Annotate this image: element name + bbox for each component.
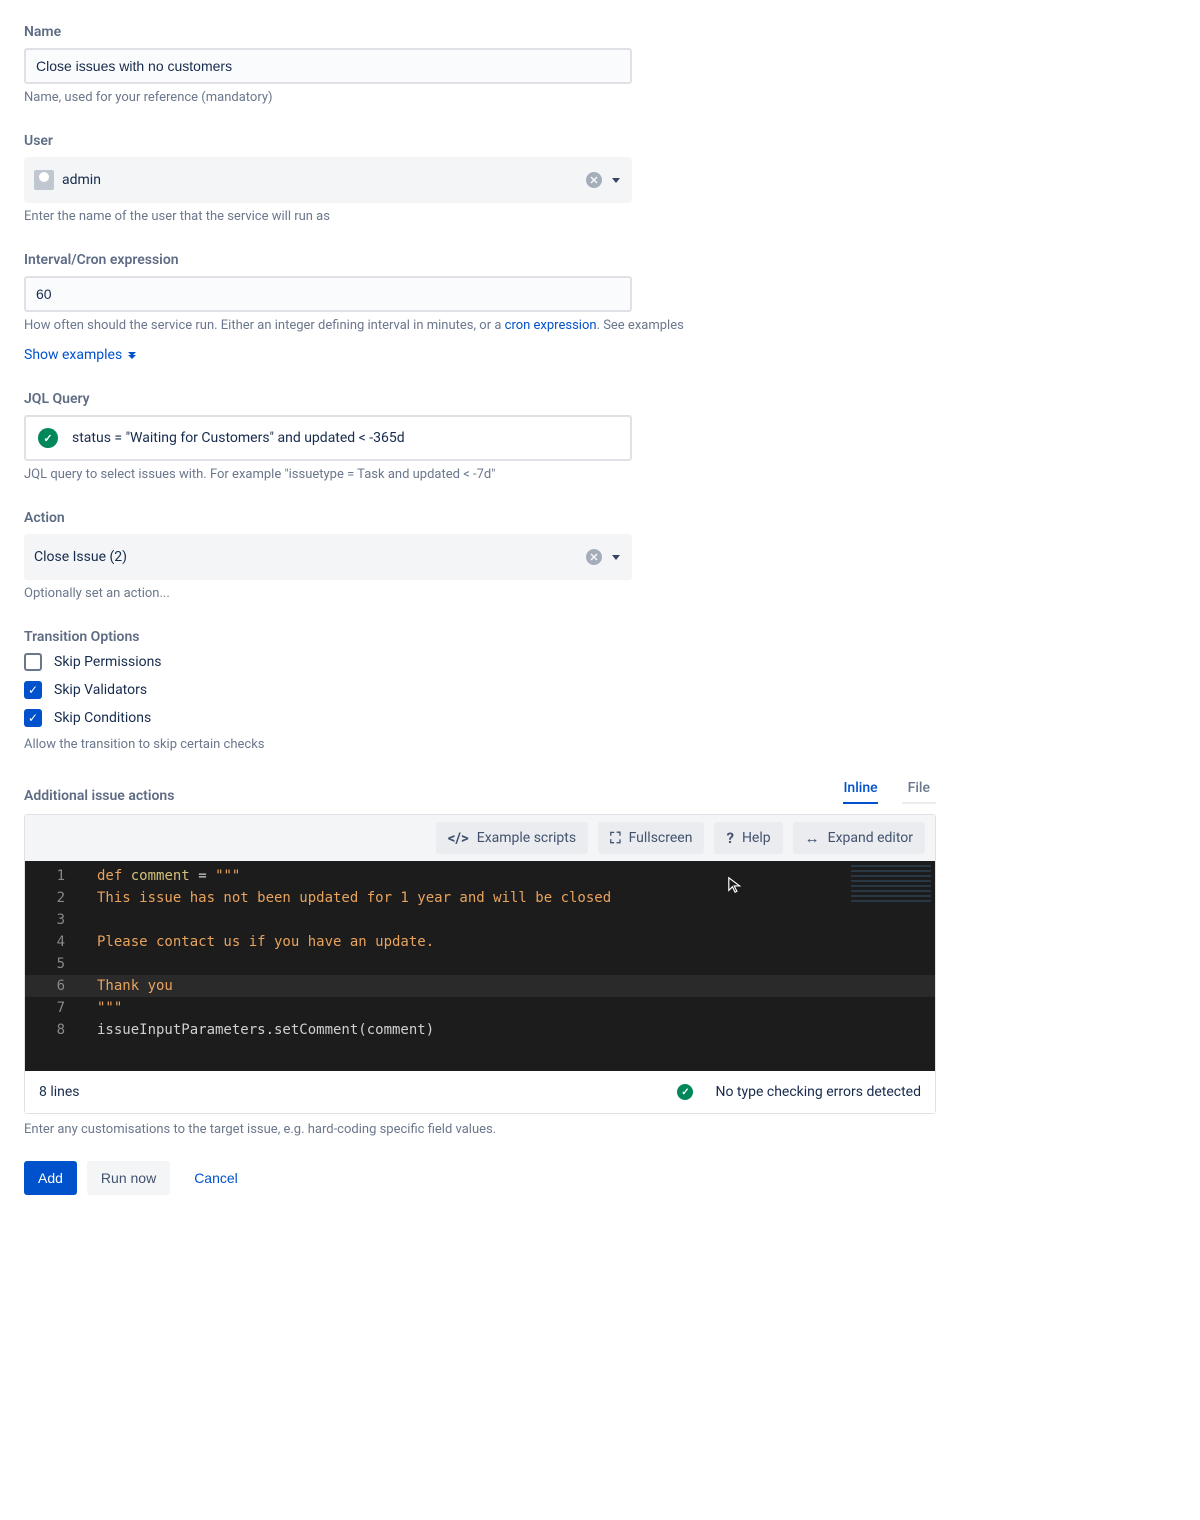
code-content: Thank you bbox=[83, 975, 935, 997]
cursor-icon bbox=[727, 875, 745, 899]
user-select[interactable]: admin ✕ bbox=[24, 157, 632, 203]
code-line[interactable]: 2This issue has not been updated for 1 y… bbox=[25, 887, 935, 909]
transition-label: Transition Options bbox=[24, 629, 936, 645]
expand-icon: ↔ bbox=[805, 829, 820, 847]
clear-icon[interactable]: ✕ bbox=[586, 172, 602, 188]
fullscreen-icon: ⛶ bbox=[610, 829, 621, 847]
clear-icon[interactable]: ✕ bbox=[586, 549, 602, 565]
help-button[interactable]: ? Help bbox=[714, 822, 782, 854]
action-value: Close Issue (2) bbox=[34, 549, 586, 565]
editor-help: Enter any customisations to the target i… bbox=[24, 1122, 936, 1137]
minimap[interactable] bbox=[851, 865, 931, 905]
jql-input-wrapper[interactable]: ✓ status = "Waiting for Customers" and u… bbox=[24, 415, 632, 461]
code-content: """ bbox=[83, 997, 935, 1019]
interval-label: Interval/Cron expression bbox=[24, 252, 936, 268]
checkbox-row: ✓ Skip Validators bbox=[24, 681, 936, 699]
action-help: Optionally set an action... bbox=[24, 586, 936, 601]
transition-section: Transition Options Skip Permissions ✓ Skip… bbox=[24, 629, 936, 752]
interval-section: Interval/Cron expression How often shoul… bbox=[24, 252, 936, 363]
code-content: This issue has not been updated for 1 ye… bbox=[83, 887, 935, 909]
user-help: Enter the name of the user that the serv… bbox=[24, 209, 936, 224]
button-row: Add Run now Cancel bbox=[24, 1161, 936, 1195]
user-section: User admin ✕ Enter the name of the user … bbox=[24, 133, 936, 224]
checkbox-label: Skip Permissions bbox=[54, 654, 162, 670]
editor-section-label: Additional issue actions bbox=[24, 788, 174, 804]
check-circle-icon: ✓ bbox=[38, 428, 58, 448]
chevron-down-icon bbox=[612, 555, 620, 560]
action-label: Action bbox=[24, 510, 936, 526]
show-examples-toggle[interactable]: Show examples bbox=[24, 347, 136, 363]
name-label: Name bbox=[24, 24, 936, 40]
avatar-icon bbox=[34, 170, 54, 190]
code-content: def comment = """ bbox=[83, 865, 935, 887]
check-circle-icon: ✓ bbox=[677, 1084, 693, 1100]
cancel-button[interactable]: Cancel bbox=[180, 1161, 252, 1195]
line-number: 8 bbox=[25, 1019, 83, 1041]
checkbox-row: ✓ Skip Conditions bbox=[24, 709, 936, 727]
code-line[interactable]: 8issueInputParameters.setComment(comment… bbox=[25, 1019, 935, 1041]
line-number: 5 bbox=[25, 953, 83, 975]
checkbox-row: Skip Permissions bbox=[24, 653, 936, 671]
help-icon: ? bbox=[726, 829, 733, 847]
user-value: admin bbox=[62, 172, 586, 188]
run-now-button[interactable]: Run now bbox=[87, 1161, 170, 1195]
code-content bbox=[83, 953, 935, 975]
action-section: Action Close Issue (2) ✕ Optionally set … bbox=[24, 510, 936, 601]
line-count: 8 lines bbox=[39, 1084, 80, 1100]
cron-link[interactable]: cron expression bbox=[505, 318, 597, 333]
transition-help: Allow the transition to skip certain che… bbox=[24, 737, 936, 752]
code-line[interactable]: 6Thank you bbox=[25, 975, 935, 997]
name-help: Name, used for your reference (mandatory… bbox=[24, 90, 936, 105]
action-select[interactable]: Close Issue (2) ✕ bbox=[24, 534, 632, 580]
interval-help: How often should the service run. Either… bbox=[24, 318, 936, 333]
jql-help: JQL query to select issues with. For exa… bbox=[24, 467, 936, 482]
code-content: issueInputParameters.setComment(comment) bbox=[83, 1019, 935, 1041]
checkbox-label: Skip Validators bbox=[54, 682, 147, 698]
interval-input[interactable] bbox=[24, 276, 632, 312]
code-content bbox=[83, 909, 935, 931]
line-number: 1 bbox=[25, 865, 83, 887]
line-number: 2 bbox=[25, 887, 83, 909]
code-area[interactable]: 1def comment = """2This issue has not be… bbox=[25, 861, 935, 1071]
add-button[interactable]: Add bbox=[24, 1161, 77, 1195]
name-input[interactable] bbox=[24, 48, 632, 84]
tab-file[interactable]: File bbox=[902, 780, 936, 804]
name-section: Name Name, used for your reference (mand… bbox=[24, 24, 936, 105]
expand-editor-button[interactable]: ↔ Expand editor bbox=[793, 822, 925, 854]
jql-value: status = "Waiting for Customers" and upd… bbox=[72, 430, 405, 446]
editor-toolbar: </> Example scripts ⛶ Fullscreen ? Help … bbox=[25, 815, 935, 861]
code-line[interactable]: 3 bbox=[25, 909, 935, 931]
code-line[interactable]: 1def comment = """ bbox=[25, 865, 935, 887]
code-line[interactable]: 4Please contact us if you have an update… bbox=[25, 931, 935, 953]
jql-label: JQL Query bbox=[24, 391, 936, 407]
line-number: 3 bbox=[25, 909, 83, 931]
checkbox[interactable]: ✓ bbox=[24, 709, 42, 727]
example-scripts-button[interactable]: </> Example scripts bbox=[436, 822, 588, 854]
editor-header: Additional issue actions Inline File bbox=[24, 780, 936, 804]
fullscreen-button[interactable]: ⛶ Fullscreen bbox=[598, 822, 704, 854]
type-check-status: No type checking errors detected bbox=[715, 1084, 921, 1100]
checkbox-label: Skip Conditions bbox=[54, 710, 151, 726]
line-number: 6 bbox=[25, 975, 83, 997]
code-line[interactable]: 7""" bbox=[25, 997, 935, 1019]
user-label: User bbox=[24, 133, 936, 149]
code-line[interactable]: 5 bbox=[25, 953, 935, 975]
code-content: Please contact us if you have an update. bbox=[83, 931, 935, 953]
editor-status-bar: 8 lines ✓ No type checking errors detect… bbox=[25, 1071, 935, 1113]
code-editor: </> Example scripts ⛶ Fullscreen ? Help … bbox=[24, 814, 936, 1114]
chevron-down-icon bbox=[612, 178, 620, 183]
line-number: 4 bbox=[25, 931, 83, 953]
jql-section: JQL Query ✓ status = "Waiting for Custom… bbox=[24, 391, 936, 482]
tab-inline[interactable]: Inline bbox=[843, 780, 877, 804]
double-chevron-down-icon bbox=[128, 352, 136, 358]
checkbox[interactable]: ✓ bbox=[24, 681, 42, 699]
editor-tabs: Inline File bbox=[843, 780, 936, 804]
checkbox[interactable] bbox=[24, 653, 42, 671]
code-icon: </> bbox=[448, 829, 469, 847]
line-number: 7 bbox=[25, 997, 83, 1019]
